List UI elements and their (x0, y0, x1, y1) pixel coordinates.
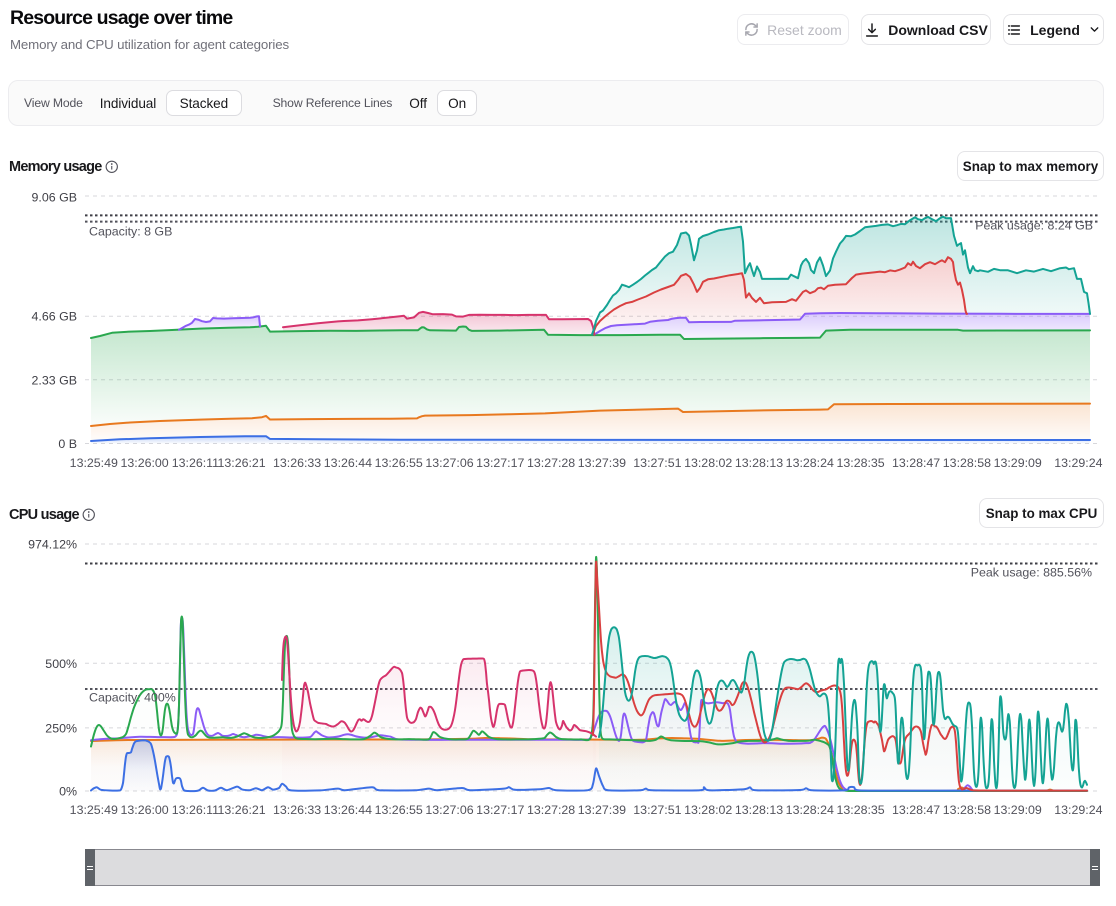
svg-text:13:28:02: 13:28:02 (684, 456, 732, 470)
svg-text:13:29:24: 13:29:24 (1054, 456, 1102, 470)
svg-text:Peak usage: 885.56%: Peak usage: 885.56% (971, 566, 1092, 580)
svg-text:9.06 GB: 9.06 GB (32, 191, 77, 205)
svg-text:974.12%: 974.12% (28, 538, 77, 552)
svg-text:13:26:44: 13:26:44 (324, 456, 372, 470)
svg-text:Capacity: 400%: Capacity: 400% (89, 691, 176, 705)
svg-text:13:28:13: 13:28:13 (735, 456, 783, 470)
svg-text:0 B: 0 B (58, 437, 77, 451)
svg-text:13:28:24: 13:28:24 (786, 803, 834, 817)
svg-text:13:29:09: 13:29:09 (994, 803, 1042, 817)
svg-text:13:26:33: 13:26:33 (273, 456, 321, 470)
svg-text:Peak usage: 8.24 GB: Peak usage: 8.24 GB (975, 219, 1093, 233)
svg-text:13:26:55: 13:26:55 (375, 456, 423, 470)
svg-text:13:26:33: 13:26:33 (273, 803, 321, 817)
svg-text:13:27:51: 13:27:51 (633, 803, 681, 817)
svg-text:13:27:28: 13:27:28 (527, 456, 575, 470)
svg-text:13:27:51: 13:27:51 (633, 456, 681, 470)
svg-text:13:26:21: 13:26:21 (217, 456, 265, 470)
svg-text:13:28:02: 13:28:02 (684, 803, 732, 817)
svg-text:13:28:47: 13:28:47 (892, 803, 940, 817)
svg-text:Capacity: 8 GB: Capacity: 8 GB (89, 225, 172, 239)
svg-text:13:25:49: 13:25:49 (70, 456, 118, 470)
svg-text:13:27:17: 13:27:17 (476, 456, 524, 470)
svg-text:2.33 GB: 2.33 GB (32, 373, 77, 387)
svg-text:13:26:00: 13:26:00 (120, 803, 168, 817)
svg-text:13:26:11: 13:26:11 (172, 456, 219, 470)
svg-text:13:28:35: 13:28:35 (836, 803, 884, 817)
svg-text:13:28:13: 13:28:13 (735, 803, 783, 817)
svg-text:13:29:24: 13:29:24 (1054, 803, 1102, 817)
svg-text:13:26:21: 13:26:21 (217, 803, 265, 817)
svg-text:13:28:58: 13:28:58 (943, 803, 991, 817)
svg-text:13:27:06: 13:27:06 (425, 456, 473, 470)
svg-text:0%: 0% (59, 785, 77, 799)
svg-text:13:29:09: 13:29:09 (994, 456, 1042, 470)
svg-text:13:25:49: 13:25:49 (70, 803, 118, 817)
svg-text:13:26:00: 13:26:00 (120, 456, 168, 470)
svg-text:500%: 500% (45, 657, 77, 671)
svg-text:13:27:06: 13:27:06 (425, 803, 473, 817)
svg-text:13:28:47: 13:28:47 (892, 456, 940, 470)
svg-text:13:27:28: 13:27:28 (527, 803, 575, 817)
svg-text:4.66 GB: 4.66 GB (32, 310, 77, 324)
svg-text:13:26:55: 13:26:55 (375, 803, 423, 817)
svg-text:13:26:11: 13:26:11 (172, 803, 219, 817)
svg-text:13:27:39: 13:27:39 (578, 803, 626, 817)
svg-text:13:28:35: 13:28:35 (836, 456, 884, 470)
svg-text:13:28:58: 13:28:58 (943, 456, 991, 470)
svg-text:13:27:39: 13:27:39 (578, 456, 626, 470)
svg-text:250%: 250% (45, 721, 77, 735)
svg-text:13:26:44: 13:26:44 (324, 803, 372, 817)
svg-text:13:27:17: 13:27:17 (476, 803, 524, 817)
svg-text:13:28:24: 13:28:24 (786, 456, 834, 470)
